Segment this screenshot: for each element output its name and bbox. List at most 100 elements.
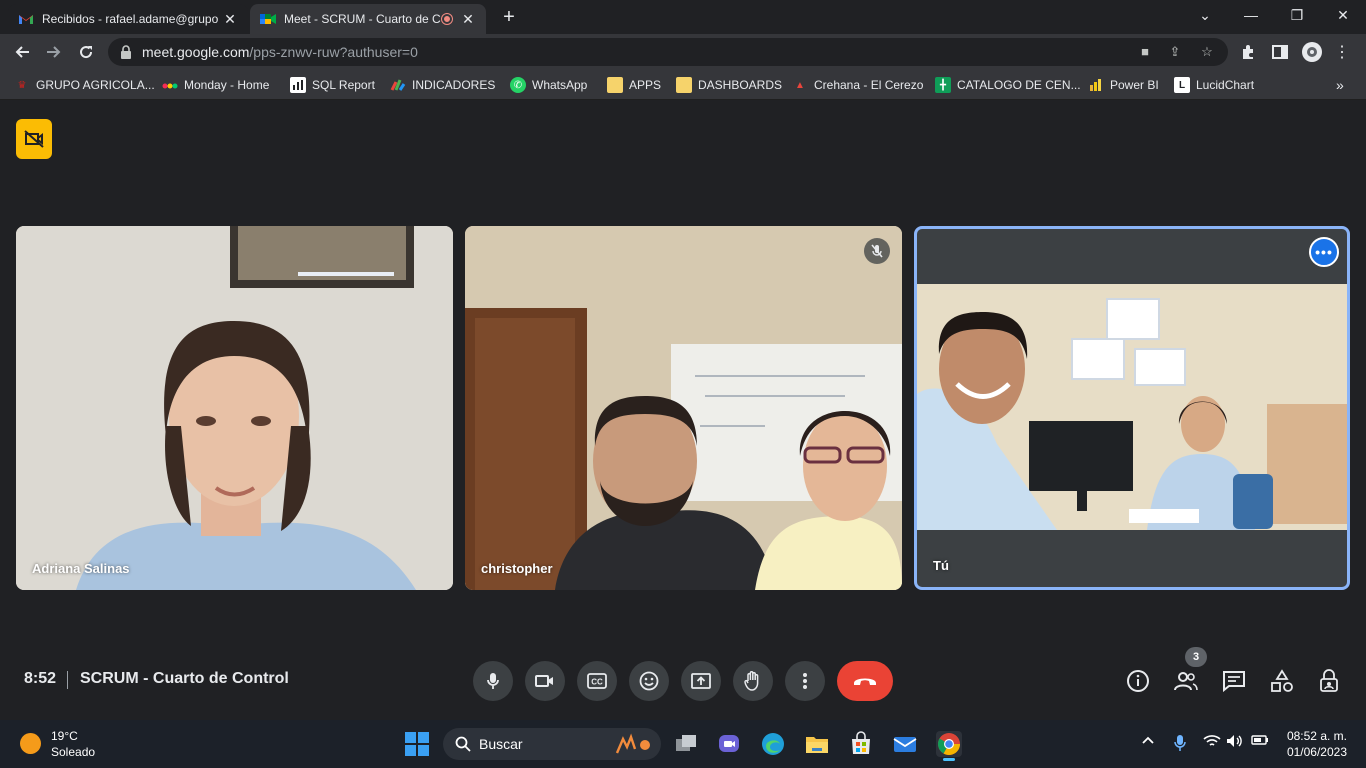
bookmarks-bar: ♛ GRUPO AGRICOLA... Monday - Home SQL Re…	[0, 70, 1366, 100]
bookmark-label: DASHBOARDS	[698, 78, 783, 92]
show-hidden-icons-icon[interactable]	[1138, 734, 1158, 754]
meeting-controls-bar: 8:52 SCRUM - Cuarto de Control CC 3	[0, 647, 1366, 701]
clock-date[interactable]: 01/06/2023	[1287, 745, 1347, 759]
url-path: /pps-znwv-ruw?authuser=0	[249, 44, 418, 60]
battery-icon[interactable]	[1250, 734, 1270, 754]
weather-condition[interactable]: Soleado	[51, 745, 95, 759]
microphone-tray-icon[interactable]	[1170, 734, 1190, 754]
close-tab-icon[interactable]: ✕	[460, 11, 476, 27]
microsoft-store-icon[interactable]	[848, 731, 874, 757]
volume-icon[interactable]	[1224, 734, 1244, 754]
close-window-icon[interactable]: ✕	[1328, 4, 1358, 26]
lock-icon	[121, 45, 131, 59]
meeting-details-button[interactable]	[1124, 667, 1152, 695]
microphone-button[interactable]	[473, 661, 513, 701]
mail-icon[interactable]	[892, 731, 918, 757]
taskbar-search[interactable]: Buscar	[443, 728, 661, 760]
participant-tile[interactable]: christopher	[465, 226, 902, 590]
chat-button[interactable]	[1220, 667, 1248, 695]
profile-avatar-icon[interactable]	[1300, 40, 1324, 64]
bookmark-item[interactable]: Monday - Home	[162, 76, 269, 94]
svg-text:CC: CC	[591, 678, 603, 687]
restore-icon[interactable]: ❐	[1282, 4, 1312, 26]
share-icon[interactable]: ⇪	[1166, 44, 1184, 60]
bookmark-item[interactable]: Power BI	[1088, 76, 1159, 94]
more-vert-icon	[803, 673, 807, 689]
activities-button[interactable]	[1268, 667, 1296, 695]
raise-hand-button[interactable]	[733, 661, 773, 701]
host-controls-button[interactable]	[1316, 667, 1344, 695]
report-icon	[290, 77, 306, 93]
forward-icon[interactable]	[42, 40, 66, 64]
captions-button[interactable]: CC	[577, 661, 617, 701]
edge-browser-icon[interactable]	[760, 731, 786, 757]
info-icon	[1127, 670, 1149, 692]
minimize-icon[interactable]: —	[1236, 4, 1266, 26]
meet-area: Adriana Salinas christopher ••• Tú 8:52 …	[0, 101, 1366, 720]
meet-host-controls-icon[interactable]	[16, 119, 52, 159]
address-bar[interactable]: meet.google.com/pps-znwv-ruw?authuser=0 …	[108, 38, 1228, 66]
bookmark-item[interactable]: INDICADORES	[390, 76, 495, 94]
wifi-icon[interactable]	[1202, 734, 1222, 754]
bookmark-label: GRUPO AGRICOLA...	[36, 78, 155, 92]
bookmark-item[interactable]: ♛ GRUPO AGRICOLA...	[14, 76, 155, 94]
participant-tile[interactable]: Adriana Salinas	[16, 226, 453, 590]
bookmark-item[interactable]: DASHBOARDS	[676, 76, 782, 94]
side-panel-icon[interactable]	[1268, 40, 1292, 64]
lucidchart-icon: L	[1174, 77, 1190, 93]
present-icon	[691, 673, 711, 689]
bookmark-item[interactable]: ✆ WhatsApp	[510, 76, 587, 94]
crehana-icon: ▲	[795, 79, 805, 91]
people-icon	[1174, 672, 1198, 691]
url-text: meet.google.com/pps-znwv-ruw?authuser=0	[142, 44, 418, 60]
meeting-time: 8:52	[24, 670, 57, 687]
bookmark-item[interactable]: ╋ CATALOGO DE CEN...	[935, 76, 1081, 94]
file-explorer-icon[interactable]	[804, 731, 830, 757]
participant-video	[465, 226, 902, 590]
bookmark-label: SQL Report	[312, 78, 375, 92]
tab-strip: Recibidos - rafael.adame@grupo ✕ Meet - …	[0, 0, 1366, 34]
participant-video	[16, 226, 453, 590]
bookmark-item[interactable]: SQL Report	[290, 76, 375, 94]
more-options-button[interactable]	[785, 661, 825, 701]
divider	[67, 671, 68, 689]
task-view-icon[interactable]	[673, 731, 699, 757]
video-camera-icon	[535, 675, 553, 687]
chrome-menu-icon[interactable]: ⋮	[1330, 40, 1354, 64]
bookmark-label: Monday - Home	[184, 78, 270, 92]
back-icon[interactable]	[10, 40, 34, 64]
tab-title: Recibidos - rafael.adame@grupo	[42, 12, 219, 26]
reactions-button[interactable]	[629, 661, 669, 701]
camera-in-use-icon[interactable]: ■	[1136, 44, 1154, 60]
leave-call-button[interactable]	[837, 661, 893, 701]
extensions-icon[interactable]	[1236, 40, 1260, 64]
tab-meet[interactable]: Meet - SCRUM - Cuarto de C ✕	[250, 4, 486, 34]
teams-chat-icon[interactable]	[716, 731, 742, 757]
people-button[interactable]	[1172, 667, 1200, 695]
new-tab-icon[interactable]: +	[500, 6, 518, 28]
bookmarks-overflow-icon[interactable]: »	[1336, 76, 1344, 94]
present-screen-button[interactable]	[681, 661, 721, 701]
active-app-indicator	[943, 758, 955, 761]
bookmark-item[interactable]: APPS	[607, 76, 661, 94]
weather-temperature[interactable]: 19°C	[51, 729, 78, 743]
windows-start-icon[interactable]	[404, 731, 430, 757]
bookmark-item[interactable]: L LucidChart	[1174, 76, 1254, 94]
chrome-taskbar-icon[interactable]	[936, 731, 962, 761]
tab-search-icon[interactable]: ⌄	[1190, 4, 1220, 26]
bookmark-label: WhatsApp	[532, 78, 588, 92]
close-tab-icon[interactable]: ✕	[222, 11, 238, 27]
camera-button[interactable]	[525, 661, 565, 701]
self-tile[interactable]: ••• Tú	[914, 226, 1350, 590]
clock-time[interactable]: 08:52 a. m.	[1287, 729, 1347, 743]
participant-name: christopher	[481, 561, 553, 576]
bookmark-label: Power BI	[1110, 78, 1159, 92]
bookmark-star-icon[interactable]: ☆	[1198, 44, 1216, 60]
muted-mic-icon	[864, 238, 890, 264]
bookmark-item[interactable]: ▲ Crehana - El Cerezo	[792, 76, 923, 94]
tab-gmail[interactable]: Recibidos - rafael.adame@grupo ✕	[8, 4, 248, 34]
reload-icon[interactable]	[74, 40, 98, 64]
sun-icon[interactable]	[20, 733, 41, 754]
more-options-icon[interactable]: •••	[1309, 237, 1339, 267]
sheets-icon: ╋	[935, 77, 951, 93]
